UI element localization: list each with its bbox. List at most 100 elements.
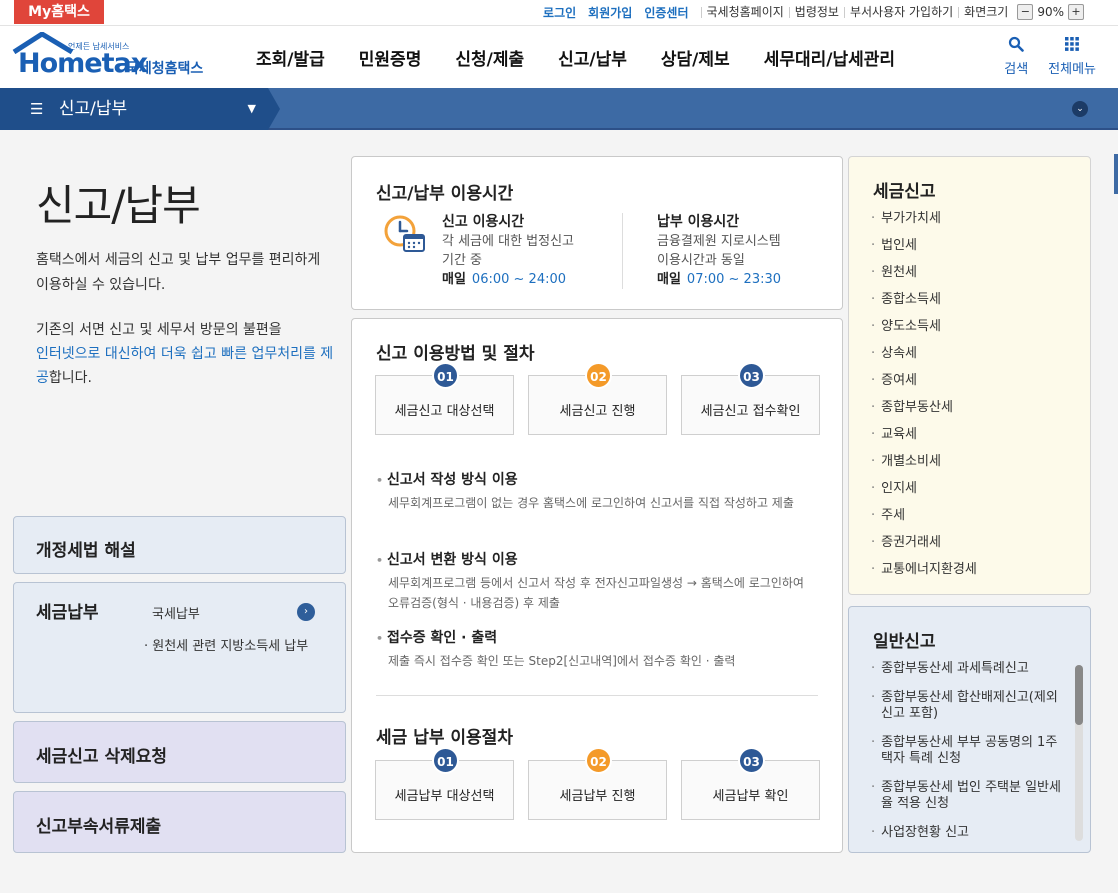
list-item[interactable]: 주세 — [871, 506, 977, 533]
list-item[interactable]: 법인세 — [871, 236, 977, 263]
list-item[interactable]: 종합부동산세 — [871, 398, 977, 425]
local-income-tax-payment-link[interactable]: · 원천세 관련 지방소득세 납부 — [144, 635, 308, 654]
login-link[interactable]: 로그인 — [543, 4, 576, 21]
report-delete-request-box[interactable]: 세금신고 삭제요청 — [13, 721, 346, 783]
step-number: 03 — [738, 362, 765, 389]
pay-hours-time: 07:00 ~ 23:30 — [686, 272, 782, 287]
list-item[interactable]: 양도소득세 — [871, 317, 977, 344]
pay-hours-head: 납부 이용시간 — [657, 214, 740, 230]
intro-text-2: 기존의 서면 신고 및 세무서 방문의 불편을 인터넷으로 대신하여 더욱 쉽고… — [36, 318, 336, 390]
main-header: 언제든 납세서비스 Hometax 국세청홈택스 조회/발급 민원증명 신청/제… — [0, 26, 1118, 88]
all-menu-label: 전체메뉴 — [1048, 62, 1096, 77]
list-item[interactable]: 원천세 — [871, 263, 977, 290]
zoom-label: 화면크기 — [958, 6, 1013, 18]
payment-step-3[interactable]: 03 세금납부 확인 — [681, 747, 820, 820]
hours-panel: 신고/납부 이용시간 신고 이용시간 각 세금에 대한 법정신고 기간 중 매일… — [351, 156, 843, 310]
nav-application[interactable]: 신청/제출 — [455, 45, 524, 70]
nav-tax-agent[interactable]: 세무대리/납세관리 — [764, 45, 895, 70]
list-item[interactable]: 증여세 — [871, 371, 977, 398]
step-number: 01 — [432, 747, 459, 774]
go-arrow-icon[interactable]: › — [297, 603, 315, 621]
step-label: 세금납부 확인 — [712, 789, 789, 804]
search-button[interactable]: 검색 — [1004, 36, 1028, 77]
report-hours-desc2: 기간 중 — [442, 253, 483, 268]
all-menu-button[interactable]: 전체메뉴 — [1048, 36, 1096, 77]
list-item[interactable]: 종합부동산세 부부 공동명의 1주택자 특례 신청 — [871, 735, 1067, 767]
method-item: 신고서 작성 방식 이용 세무회계프로그램이 없는 경우 홈택스에 로그인하여 … — [376, 469, 816, 513]
cert-center-link[interactable]: 인증센터 — [644, 4, 688, 21]
zoom-out-button[interactable]: − — [1017, 4, 1034, 20]
report-step-3[interactable]: 03 세금신고 접수확인 — [681, 362, 820, 435]
utility-links: 로그인 회원가입 인증센터 국세청홈페이지 법령정보 부서사용자 가입하기 화면… — [543, 0, 1088, 24]
list-item[interactable]: 교통에너지환경세 — [871, 560, 977, 587]
my-hometax-tab[interactable]: My홈택스 — [14, 0, 104, 24]
general-report-title: 일반신고 — [873, 632, 936, 652]
search-icon — [1004, 36, 1028, 58]
list-item[interactable]: 상속세 — [871, 344, 977, 371]
list-item[interactable]: 증권거래세 — [871, 533, 977, 560]
nav-certificates[interactable]: 민원증명 — [359, 45, 422, 70]
tax-law-revision-box[interactable]: 개정세법 해설 — [13, 516, 346, 574]
national-tax-payment-link[interactable]: 국세납부 — [152, 603, 200, 622]
zoom-in-button[interactable]: + — [1068, 4, 1084, 20]
side-tab[interactable] — [1114, 154, 1118, 194]
attachment-submit-box[interactable]: 신고부속서류제출 — [13, 791, 346, 853]
list-item[interactable]: 사업장현황 신고 — [871, 825, 1067, 841]
zoom-value: 90% — [1037, 5, 1064, 19]
location-selector[interactable]: ☰ 신고/납부 ▼ — [0, 88, 268, 130]
hometax-logo[interactable]: 언제든 납세서비스 Hometax 국세청홈택스 — [12, 32, 218, 79]
general-report-box: 일반신고 종합부동산세 과세특례신고 종합부동산세 합산배제신고(제외신고 포함… — [848, 606, 1091, 853]
tax-law-revision-label: 개정세법 해설 — [36, 541, 136, 561]
tax-report-list: 부가가치세 법인세 원천세 종합소득세 양도소득세 상속세 증여세 종합부동산세… — [871, 209, 977, 587]
list-item[interactable]: 종합부동산세 합산배제신고(제외신고 포함) — [871, 690, 1067, 722]
signup-link[interactable]: 회원가입 — [588, 4, 632, 21]
intro-text: 홈택스에서 세금의 신고 및 납부 업무를 편리하게 이용하실 수 있습니다. — [36, 252, 321, 293]
pay-hours: 납부 이용시간 금융결제원 지로시스템 이용시간과 동일 매일 07:00 ~ 2… — [657, 213, 781, 289]
tax-report-box: 세금신고 부가가치세 법인세 원천세 종합소득세 양도소득세 상속세 증여세 종… — [848, 156, 1091, 595]
hours-divider — [622, 213, 623, 289]
intro-text-2-pre: 기존의 서면 신고 및 세무서 방문의 불편을 — [36, 322, 282, 338]
list-item[interactable]: 종합소득세 — [871, 290, 977, 317]
step-number: 02 — [585, 362, 612, 389]
payment-step-1[interactable]: 01 세금납부 대상선택 — [375, 747, 514, 820]
scrollbar-thumb[interactable] — [1075, 665, 1083, 725]
report-delete-request-label: 세금신고 삭제요청 — [36, 747, 168, 767]
list-item[interactable]: 부가가치세 — [871, 209, 977, 236]
nts-homepage-link[interactable]: 국세청홈페이지 — [700, 6, 789, 18]
step-label: 세금신고 진행 — [559, 404, 636, 419]
method-item: 접수증 확인 · 출력 제출 즉시 접수증 확인 또는 Step2[신고내역]에… — [376, 627, 816, 671]
location-arrow — [268, 88, 280, 130]
nav-inquiry[interactable]: 조회/발급 — [256, 45, 325, 70]
report-step-2[interactable]: 02 세금신고 진행 — [528, 362, 667, 435]
report-hours-head: 신고 이용시간 — [442, 214, 525, 230]
procedure-title: 신고 이용방법 및 절차 — [376, 344, 535, 364]
method-item: 신고서 변환 방식 이용 세무회계프로그램 등에서 신고서 작성 후 전자신고파… — [376, 549, 816, 613]
report-steps: 01 세금신고 대상선택 02 세금신고 진행 03 세금신고 접수확인 — [375, 362, 820, 435]
hours-title: 신고/납부 이용시간 — [376, 184, 514, 204]
report-hours-desc1: 각 세금에 대한 법정신고 — [442, 234, 574, 249]
location-bar: ☰ 신고/납부 ▼ ⌄ — [0, 88, 1118, 130]
clock-calendar-icon — [384, 215, 425, 252]
local-income-tax-payment-label: 원천세 관련 지방소득세 납부 — [152, 639, 309, 654]
payment-step-2[interactable]: 02 세금납부 진행 — [528, 747, 667, 820]
procedure-panel: 신고 이용방법 및 절차 01 세금신고 대상선택 02 세금신고 진행 03 … — [351, 318, 843, 853]
method-head: 신고서 작성 방식 이용 — [376, 469, 816, 489]
list-item[interactable]: 종합부동산세 과세특례신고 — [871, 661, 1067, 677]
report-step-1[interactable]: 01 세금신고 대상선택 — [375, 362, 514, 435]
nav-consult[interactable]: 상담/제보 — [661, 45, 730, 70]
list-item[interactable]: 인지세 — [871, 479, 977, 506]
pay-hours-day: 매일 — [657, 272, 681, 287]
section-divider — [376, 695, 818, 696]
tax-payment-label: 세금납부 — [36, 603, 99, 623]
method-desc: 세무회계프로그램이 없는 경우 홈택스에 로그인하여 신고서를 직접 작성하고 … — [388, 496, 794, 510]
attachment-submit-label: 신고부속서류제출 — [36, 817, 162, 837]
report-hours-day: 매일 — [442, 272, 466, 287]
nav-report-pay[interactable]: 신고/납부 — [558, 45, 627, 70]
list-item[interactable]: 교육세 — [871, 425, 977, 452]
list-item[interactable]: 종합부동산세 법인 주택분 일반세율 적용 신청 — [871, 780, 1067, 812]
list-item[interactable]: 개별소비세 — [871, 452, 977, 479]
law-info-link[interactable]: 법령정보 — [788, 6, 844, 18]
pay-hours-desc2: 이용시간과 동일 — [657, 253, 745, 268]
dept-user-signup-link[interactable]: 부서사용자 가입하기 — [843, 6, 958, 18]
chevron-down-icon[interactable]: ⌄ — [1072, 101, 1088, 117]
